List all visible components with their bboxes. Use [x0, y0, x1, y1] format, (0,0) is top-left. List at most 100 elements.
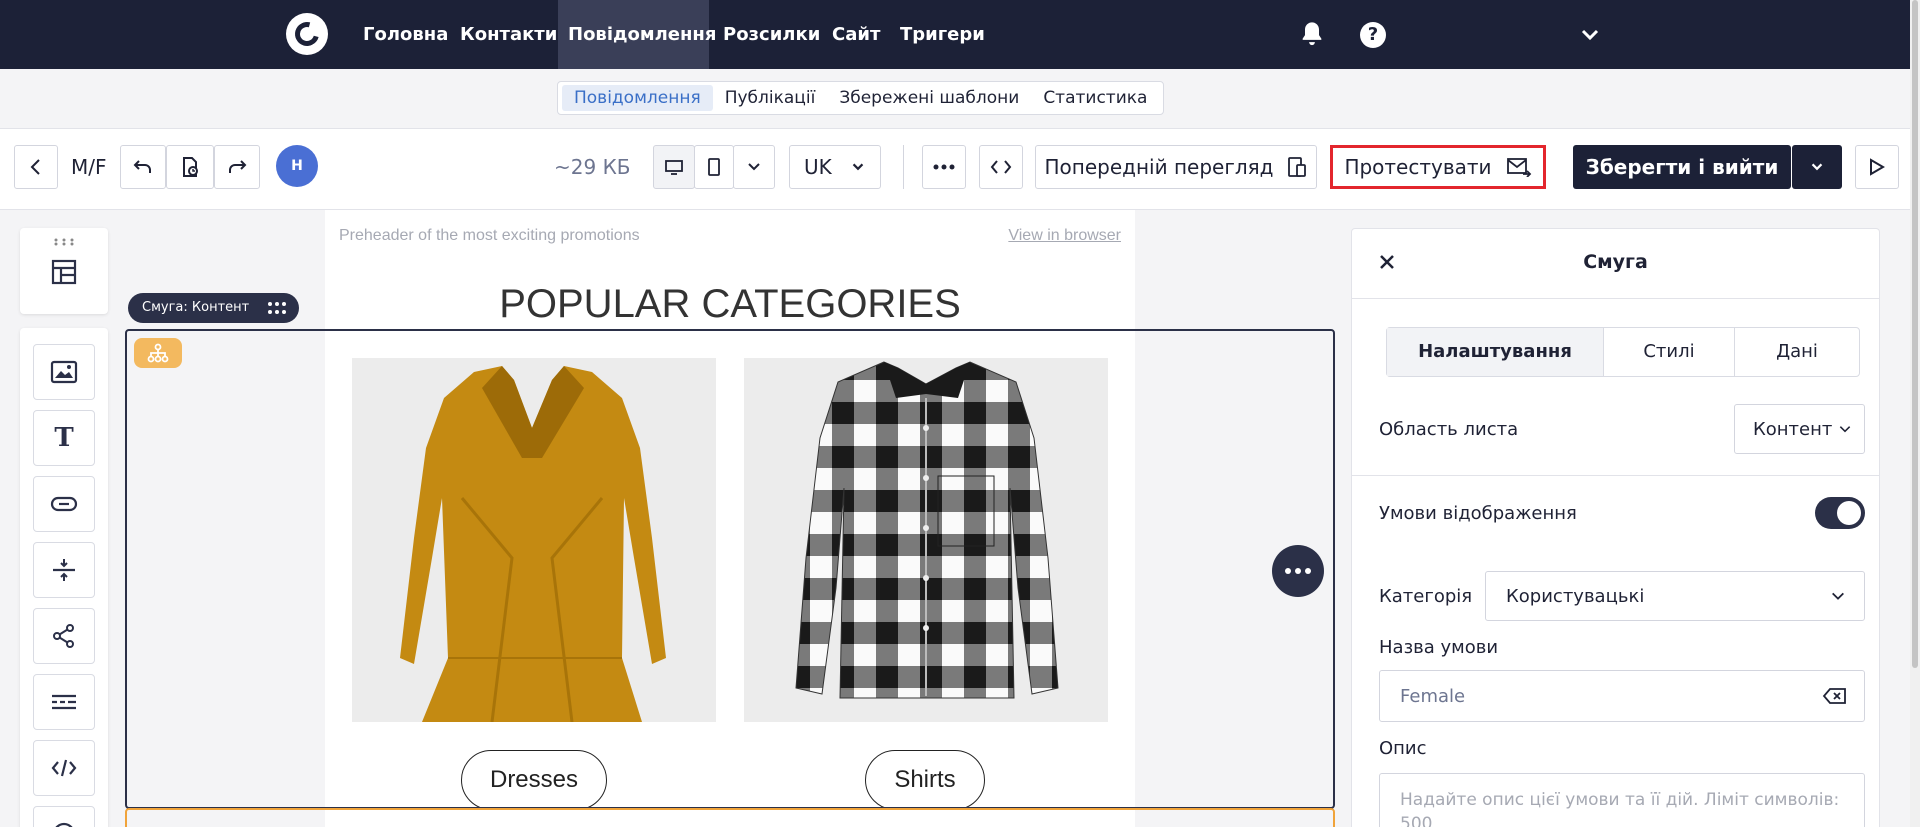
- image-block[interactable]: [33, 344, 95, 400]
- subtab-publications[interactable]: Публікації: [713, 85, 828, 111]
- message-name[interactable]: M/F: [71, 155, 107, 179]
- chevron-left-icon: [30, 159, 40, 175]
- timer-block[interactable]: [33, 806, 95, 827]
- chevron-down-icon: [748, 163, 760, 171]
- divider-icon: [52, 694, 76, 710]
- subtab-statistics[interactable]: Статистика: [1031, 85, 1159, 111]
- drag-handle-icon[interactable]: [267, 301, 287, 315]
- nav-item-messages[interactable]: Повідомлення: [558, 0, 716, 69]
- button-block[interactable]: [33, 476, 95, 532]
- button-icon: [50, 496, 78, 512]
- text-icon: T: [54, 423, 74, 453]
- subtab-messages[interactable]: Повідомлення: [562, 85, 713, 111]
- stripe-actions-button[interactable]: [1272, 545, 1324, 597]
- view-in-browser-link[interactable]: View in browser: [1008, 227, 1121, 245]
- area-label: Область листа: [1379, 419, 1519, 440]
- image-icon: [50, 360, 78, 384]
- preheader-text[interactable]: Preheader of the most exciting promotion…: [339, 227, 640, 245]
- desktop-view-button[interactable]: [653, 145, 695, 189]
- spacer-block[interactable]: [33, 542, 95, 598]
- area-select[interactable]: Контент: [1734, 404, 1865, 454]
- view-options-dropdown[interactable]: [733, 145, 775, 189]
- desktop-icon: [665, 160, 683, 175]
- description-label: Опис: [1379, 738, 1427, 759]
- toolbar-divider: [903, 145, 904, 189]
- backspace-icon[interactable]: [1822, 687, 1848, 705]
- condition-name-value: Female: [1400, 685, 1466, 707]
- save-and-exit-button[interactable]: Зберегти і вийти: [1573, 145, 1791, 189]
- mobile-view-button[interactable]: [694, 145, 734, 189]
- display-condition-badge[interactable]: [134, 338, 182, 368]
- redo-button[interactable]: [214, 145, 260, 189]
- category-label: Категорія: [1379, 586, 1473, 607]
- chevron-down-icon[interactable]: [1578, 26, 1602, 44]
- nav-item-contacts[interactable]: Контакти: [450, 0, 567, 69]
- display-conditions-label: Умови відображення: [1379, 503, 1577, 524]
- category-value: Користувацькі: [1506, 585, 1645, 607]
- avatar[interactable]: Н: [276, 145, 318, 187]
- text-block[interactable]: T: [33, 410, 95, 466]
- tab-styles[interactable]: Стилі: [1604, 328, 1735, 376]
- layout-icon[interactable]: [51, 259, 77, 285]
- undo-icon: [133, 160, 151, 173]
- nav-item-campaigns[interactable]: Розсилки: [713, 0, 830, 69]
- chevron-down-icon: [1832, 592, 1844, 600]
- more-options-button[interactable]: [922, 145, 966, 189]
- html-block[interactable]: [33, 740, 95, 796]
- toggle-knob: [1837, 501, 1861, 525]
- description-placeholder: Надайте опис цієї умови та її дій. Ліміт…: [1400, 790, 1840, 827]
- selected-stripe-outline[interactable]: [125, 329, 1335, 809]
- help-icon[interactable]: ?: [1360, 22, 1386, 48]
- panel-divider: [1352, 475, 1879, 476]
- play-icon: [1870, 158, 1885, 176]
- save-options-dropdown[interactable]: [1792, 145, 1842, 189]
- app-logo[interactable]: [286, 13, 328, 55]
- divider-block[interactable]: [33, 674, 95, 730]
- undo-button[interactable]: [120, 145, 166, 189]
- description-field[interactable]: Надайте опис цієї умови та її дій. Ліміт…: [1379, 773, 1865, 827]
- preview-button[interactable]: Попередній перегляд: [1035, 145, 1317, 189]
- share-icon: [53, 624, 74, 648]
- back-button[interactable]: [14, 145, 58, 189]
- condition-name-label: Назва умови: [1379, 637, 1499, 658]
- panel-tabs: Налаштування Стилі Дані: [1386, 327, 1860, 377]
- devices-icon: [1287, 157, 1306, 177]
- stripe-tag[interactable]: Смуга: Контент: [128, 293, 300, 323]
- category-select[interactable]: Користувацькі: [1485, 571, 1865, 621]
- nav-item-site[interactable]: Сайт: [822, 0, 890, 69]
- chevron-down-icon: [1811, 163, 1823, 171]
- document-history-icon: [183, 157, 198, 177]
- social-block[interactable]: [33, 608, 95, 664]
- panel-title: Смуга: [1583, 251, 1648, 273]
- test-send-button[interactable]: Протестувати: [1330, 145, 1546, 189]
- code-icon: [990, 160, 1012, 174]
- code-view-button[interactable]: [979, 145, 1023, 189]
- tab-settings[interactable]: Налаштування: [1387, 328, 1604, 376]
- next-stripe-outline[interactable]: [125, 808, 1335, 827]
- display-conditions-toggle[interactable]: [1815, 497, 1865, 529]
- structure-block-palette: [20, 228, 108, 314]
- mobile-icon: [708, 158, 720, 176]
- spacer-icon: [53, 559, 75, 581]
- timer-icon: [55, 822, 73, 827]
- language-value: UK: [804, 155, 832, 179]
- more-horizontal-icon: [933, 164, 955, 170]
- nav-item-home[interactable]: Головна: [353, 0, 458, 69]
- version-history-button[interactable]: [166, 145, 214, 189]
- drag-handle-icon[interactable]: [53, 238, 75, 246]
- section-heading[interactable]: POPULAR CATEGORIES: [325, 282, 1135, 327]
- condition-name-field[interactable]: Female: [1379, 670, 1865, 722]
- page-scrollbar-thumb[interactable]: [1912, 0, 1918, 668]
- chevron-down-icon: [852, 163, 864, 171]
- messages-subtabs: Повідомлення Публікації Збережені шаблон…: [557, 81, 1165, 115]
- language-select[interactable]: UK: [789, 145, 881, 189]
- message-size: ~29 КБ: [554, 155, 631, 179]
- bell-icon[interactable]: [1298, 20, 1326, 48]
- panel-header: Смуга: [1352, 229, 1879, 299]
- subtab-saved-templates[interactable]: Збережені шаблони: [827, 85, 1031, 111]
- chevron-down-icon: [1840, 426, 1851, 433]
- mail-send-icon: [1506, 158, 1531, 177]
- send-button[interactable]: [1855, 145, 1899, 189]
- nav-item-triggers[interactable]: Тригери: [890, 0, 995, 69]
- tab-data[interactable]: Дані: [1735, 328, 1859, 376]
